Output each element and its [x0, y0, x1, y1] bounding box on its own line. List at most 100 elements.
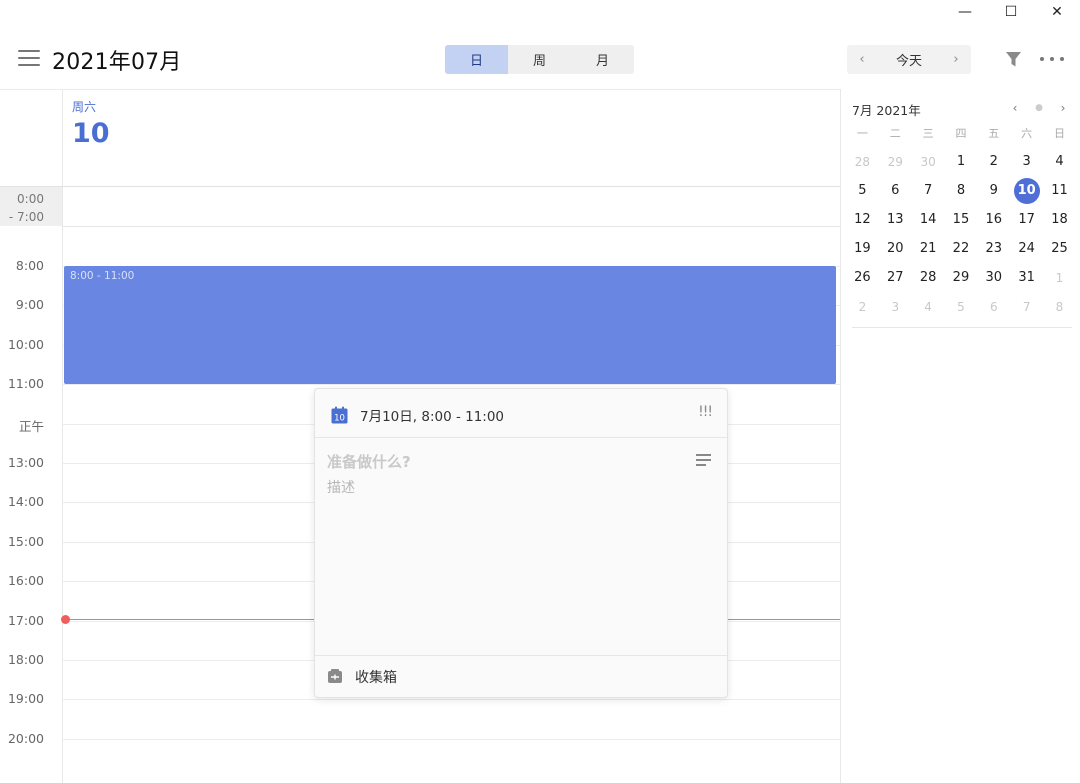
mini-day[interactable]: 23: [977, 234, 1010, 263]
collapsed-end: - 7:00: [8, 210, 44, 224]
weekday-label: 周六: [72, 100, 97, 114]
more-icon[interactable]: [1040, 50, 1064, 68]
mini-day-number: 8: [1055, 299, 1064, 314]
mini-day-number: 6: [891, 183, 900, 198]
event-block[interactable]: 8:00 - 11:00: [64, 266, 836, 384]
mini-day-number: 2: [858, 299, 867, 314]
mini-calendar-title: 7月 2021年: [852, 103, 921, 118]
tab-week-view[interactable]: 周: [508, 45, 571, 74]
mini-day[interactable]: 6: [879, 176, 912, 205]
tab-month-view[interactable]: 月: [571, 45, 634, 74]
mini-day-number: 21: [919, 241, 937, 256]
mini-day[interactable]: 29: [945, 263, 978, 292]
mini-day[interactable]: 8: [945, 176, 978, 205]
current-time-dot: [61, 615, 70, 624]
mini-day[interactable]: 6: [977, 292, 1010, 321]
description-icon[interactable]: [696, 454, 711, 467]
list-selector[interactable]: 收集箱: [355, 667, 397, 687]
collapsed-hours-toggle[interactable]: 0:00 - 7:00: [0, 187, 62, 226]
mini-day[interactable]: 1: [945, 147, 978, 176]
mini-day-number: 12: [854, 212, 871, 227]
hour-label: 13:00: [7, 455, 44, 470]
mini-day[interactable]: 4: [912, 292, 945, 321]
mini-day[interactable]: 18: [1043, 205, 1076, 234]
mini-day[interactable]: 7: [912, 176, 945, 205]
mini-day-number: 6: [989, 299, 998, 314]
mini-day[interactable]: 5: [945, 292, 978, 321]
mini-week-row: 28 29 30 1 2 3 4: [846, 147, 1076, 176]
mini-day-number: 19: [854, 241, 871, 256]
filter-icon[interactable]: [1005, 51, 1022, 68]
minimize-button[interactable]: —: [942, 0, 988, 24]
mini-day[interactable]: 11: [1043, 176, 1076, 205]
mini-day[interactable]: 13: [879, 205, 912, 234]
mini-day[interactable]: 25: [1043, 234, 1076, 263]
mini-day-number: 3: [1022, 154, 1031, 169]
inbox-icon[interactable]: [327, 668, 343, 684]
mini-weekday-label: 六: [1021, 127, 1033, 140]
mini-day-number: 30: [920, 154, 936, 169]
mini-next-month-button[interactable]: ›: [1056, 100, 1070, 116]
mini-day[interactable]: 2: [977, 147, 1010, 176]
hour-line: [62, 739, 840, 740]
mini-day[interactable]: 27: [879, 263, 912, 292]
mini-day[interactable]: 24: [1010, 234, 1043, 263]
mini-day[interactable]: 20: [879, 234, 912, 263]
hour-label: 17:00: [7, 613, 44, 628]
tab-day-view[interactable]: 日: [445, 45, 508, 74]
today-button[interactable]: 今天: [877, 45, 941, 74]
event-title-input[interactable]: [327, 451, 667, 473]
mini-day[interactable]: 16: [977, 205, 1010, 234]
mini-today-button[interactable]: ●: [1032, 100, 1046, 116]
mini-calendar-grid: 一二三四五六日 28 29 30 1 2 3 4 5 6 7 8 9 10 11 12 13 14 15 16 17 18…: [846, 119, 1076, 321]
mini-day-selected[interactable]: 10: [1010, 176, 1043, 205]
mini-day-number: 30: [985, 270, 1003, 285]
mini-day[interactable]: 31: [1010, 263, 1043, 292]
event-date-range[interactable]: 7月10日, 8:00 - 11:00: [360, 405, 504, 425]
mini-day[interactable]: 3: [879, 292, 912, 321]
mini-day[interactable]: 7: [1010, 292, 1043, 321]
mini-day-number: 5: [957, 299, 965, 314]
mini-day[interactable]: 28: [912, 263, 945, 292]
mini-day[interactable]: 9: [977, 176, 1010, 205]
mini-day[interactable]: 17: [1010, 205, 1043, 234]
priority-button[interactable]: !!!: [698, 404, 713, 420]
mini-prev-month-button[interactable]: ‹: [1008, 100, 1022, 116]
mini-day-number: 28: [919, 270, 937, 285]
mini-day[interactable]: 15: [945, 205, 978, 234]
mini-day[interactable]: 29: [879, 147, 912, 176]
hamburger-icon[interactable]: [18, 50, 40, 68]
previous-day-button[interactable]: ‹: [847, 45, 877, 74]
minimize-icon: —: [958, 4, 972, 20]
mini-day[interactable]: 19: [846, 234, 879, 263]
mini-calendar-divider: [852, 327, 1072, 328]
calendar-icon[interactable]: 10: [331, 406, 348, 424]
close-button[interactable]: ✕: [1034, 0, 1080, 24]
mini-day[interactable]: 21: [912, 234, 945, 263]
mini-day[interactable]: 5: [846, 176, 879, 205]
mini-day[interactable]: 22: [945, 234, 978, 263]
mini-day[interactable]: 12: [846, 205, 879, 234]
mini-day[interactable]: 4: [1043, 147, 1076, 176]
mini-day[interactable]: 30: [977, 263, 1010, 292]
mini-day-number: 4: [1055, 154, 1064, 169]
mini-day-number: 23: [985, 241, 1003, 256]
dot-icon: ●: [1035, 103, 1043, 113]
mini-day[interactable]: 14: [912, 205, 945, 234]
hour-label: 15:00: [7, 534, 44, 549]
collapsed-start: 0:00: [17, 192, 44, 206]
mini-day[interactable]: 8: [1043, 292, 1076, 321]
next-day-button[interactable]: ›: [941, 45, 971, 74]
mini-day[interactable]: 3: [1010, 147, 1043, 176]
event-description-input[interactable]: [327, 478, 707, 498]
mini-day-number: 29: [887, 154, 903, 169]
mini-day[interactable]: 1: [1043, 263, 1076, 292]
event-editor-popup: 10 7月10日, 8:00 - 11:00 !!! 收集箱: [314, 388, 728, 698]
mini-day[interactable]: 28: [846, 147, 879, 176]
mini-day[interactable]: 26: [846, 263, 879, 292]
mini-weekday-label: 四: [955, 127, 967, 140]
mini-day[interactable]: 30: [912, 147, 945, 176]
mini-day[interactable]: 2: [846, 292, 879, 321]
mini-day-number: 20: [886, 241, 904, 256]
maximize-button[interactable]: ☐: [988, 0, 1034, 24]
